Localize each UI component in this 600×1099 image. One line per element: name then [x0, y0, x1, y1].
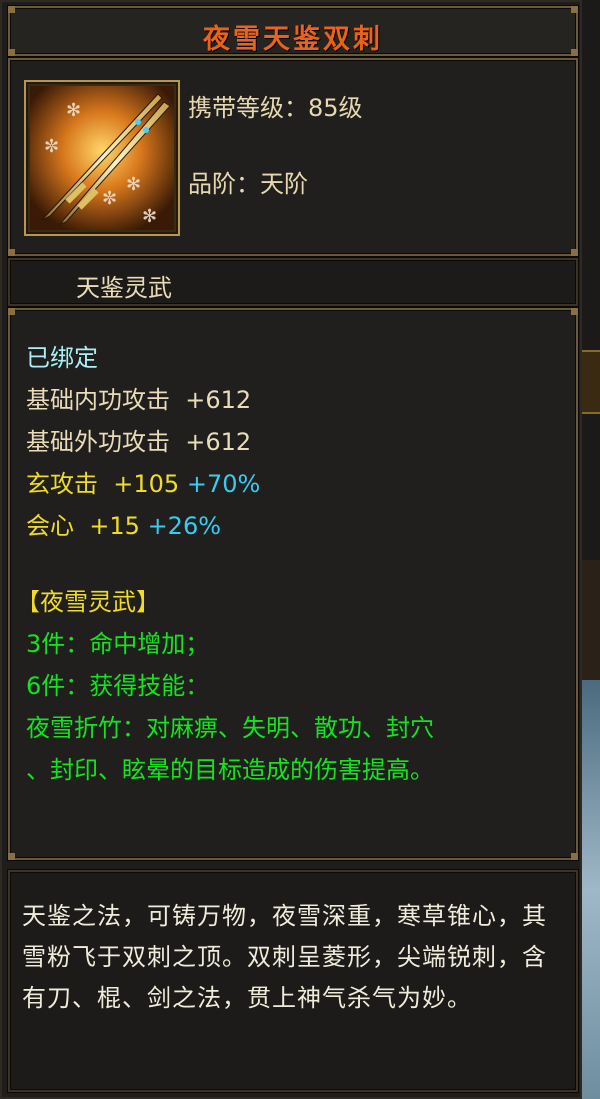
stat-label: 基础内功攻击 — [26, 386, 170, 414]
item-subtitle: 天鉴灵武 — [76, 274, 172, 302]
bound-status: 已绑定 — [26, 344, 98, 372]
svg-text:✻: ✻ — [66, 100, 81, 121]
set-bonus-6: 6件：获得技能： — [26, 672, 210, 700]
stat-value: +612 — [185, 386, 252, 414]
svg-text:✼: ✼ — [102, 188, 117, 209]
mystic-attack-stat: 玄攻击 +105 +70% — [26, 464, 260, 499]
item-grade: 品阶：天阶 — [188, 170, 308, 198]
set-skill-line-1: 夜雪折竹：对麻痹、失明、散功、封穴 — [26, 714, 434, 742]
corner-ornament — [8, 853, 15, 860]
description-panel: 天鉴之法，可铸万物，夜雪深重，寒草锥心，其雪粉飞于双刺之顶。双刺呈菱形，尖端锐刺… — [8, 870, 578, 1092]
attributes-panel: 已绑定 基础内功攻击 +612 基础外功攻击 +612 玄攻击 +105 +70… — [8, 308, 578, 860]
item-header-panel: ✻ ✼ ✻ ✻ ✼ 携带等级：85级 品阶：天阶 — [8, 58, 578, 256]
svg-text:✼: ✼ — [44, 136, 59, 157]
stat-label: 基础外功攻击 — [26, 428, 170, 456]
item-description: 天鉴之法，可铸万物，夜雪深重，寒草锥心，其雪粉飞于双刺之顶。双刺呈菱形，尖端锐刺… — [22, 902, 547, 1012]
item-icon-slot[interactable]: ✻ ✼ ✻ ✻ ✼ — [24, 80, 180, 236]
critical-stat: 会心 +15 +26% — [26, 506, 221, 541]
background-scenery — [582, 0, 600, 1099]
item-subtitle-bar: 天鉴灵武 — [8, 258, 578, 306]
corner-ornament — [571, 249, 578, 256]
item-title: 夜雪天鉴双刺 — [203, 24, 383, 55]
corner-ornament — [8, 308, 15, 315]
corner-ornament — [571, 853, 578, 860]
stat-value: +105 — [113, 470, 180, 498]
svg-text:✻: ✻ — [142, 206, 157, 227]
svg-text:✻: ✻ — [126, 174, 141, 195]
stat-label: 会心 — [26, 512, 74, 540]
corner-ornament — [8, 249, 15, 256]
stat-value: +612 — [185, 428, 252, 456]
stat-value: +15 — [89, 512, 140, 540]
stat-percent: +70% — [186, 470, 261, 498]
stat-percent: +26% — [147, 512, 222, 540]
corner-ornament — [571, 308, 578, 315]
set-name: 【夜雪灵武】 — [16, 588, 160, 616]
corner-ornament — [8, 6, 15, 13]
background-scenery-sky — [582, 680, 600, 1099]
inner-attack-stat: 基础内功攻击 +612 — [26, 380, 251, 415]
set-skill-line-2: 、封印、眩晕的目标造成的伤害提高。 — [26, 756, 434, 784]
background-ui-fragment — [582, 560, 600, 680]
item-tooltip: 夜雪天鉴双刺 ✻ ✼ ✻ ✻ ✼ 携带等级：85级 品阶：天阶 天鉴灵武 已绑定… — [0, 0, 582, 1099]
outer-attack-stat: 基础外功攻击 +612 — [26, 422, 251, 457]
carry-level: 携带等级：85级 — [188, 94, 363, 122]
title-bar: 夜雪天鉴双刺 — [8, 6, 578, 56]
corner-ornament — [571, 6, 578, 13]
stat-label: 玄攻击 — [26, 470, 98, 498]
background-ui-fragment — [582, 350, 600, 414]
set-bonus-3: 3件：命中增加； — [26, 630, 210, 658]
